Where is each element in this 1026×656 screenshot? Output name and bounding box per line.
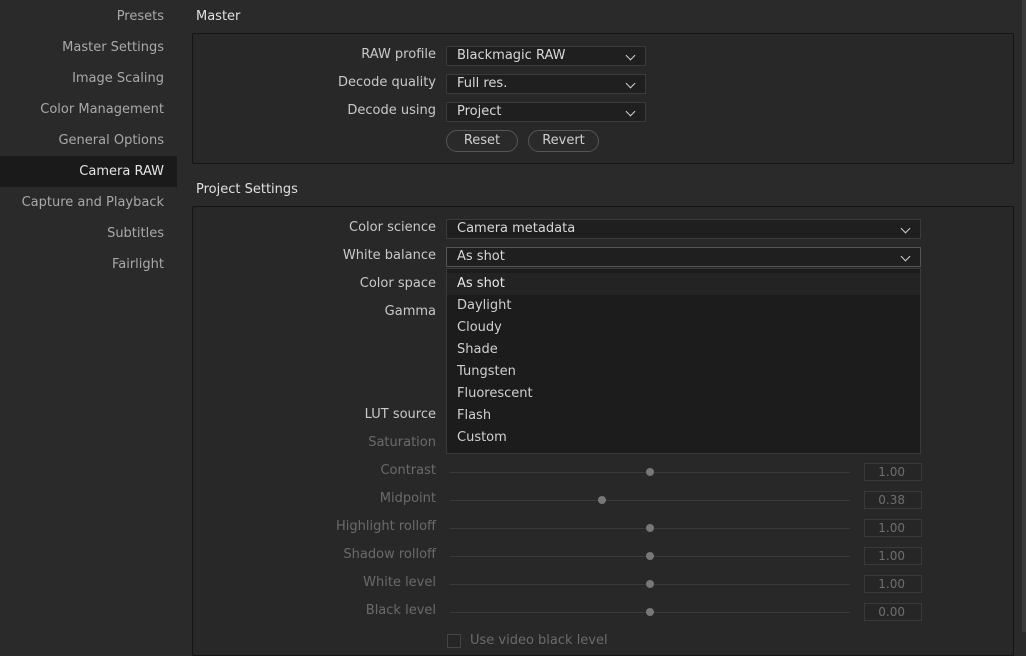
- dropdown-option-cloudy[interactable]: Cloudy: [447, 317, 920, 339]
- saturation-label: Saturation: [368, 435, 436, 450]
- midpoint-value-field[interactable]: 0.38: [864, 491, 922, 509]
- black-level-label: Black level: [365, 603, 436, 618]
- midpoint-slider-handle[interactable]: [598, 496, 606, 504]
- lut-source-label: LUT source: [364, 407, 436, 422]
- revert-button[interactable]: Revert: [528, 130, 599, 152]
- raw-profile-select[interactable]: Blackmagic RAW: [446, 46, 646, 66]
- decode-quality-select[interactable]: Full res.: [446, 74, 646, 94]
- chevron-down-icon: [900, 251, 911, 262]
- highlight-rolloff-slider-handle[interactable]: [646, 524, 654, 532]
- contrast-slider-handle[interactable]: [646, 468, 654, 476]
- raw-profile-label: RAW profile: [361, 47, 436, 62]
- black-level-value-field[interactable]: 0.00: [864, 603, 922, 621]
- white-level-slider-handle[interactable]: [646, 580, 654, 588]
- sidebar-item-image-scaling[interactable]: Image Scaling: [0, 63, 177, 94]
- color-science-value: Camera metadata: [457, 221, 576, 236]
- gamma-label: Gamma: [384, 304, 436, 319]
- white-level-label: White level: [363, 575, 436, 590]
- sidebar-item-fairlight[interactable]: Fairlight: [0, 249, 177, 280]
- midpoint-slider-track[interactable]: [450, 500, 850, 501]
- sidebar-item-subtitles[interactable]: Subtitles: [0, 218, 177, 249]
- master-section-title: Master: [196, 9, 241, 24]
- dropdown-option-daylight[interactable]: Daylight: [447, 295, 920, 317]
- chevron-down-icon: [625, 78, 636, 89]
- sidebar-item-camera-raw[interactable]: Camera RAW: [0, 156, 177, 187]
- black-level-slider-handle[interactable]: [646, 608, 654, 616]
- color-space-label: Color space: [359, 276, 436, 291]
- shadow-rolloff-value-field[interactable]: 1.00: [864, 547, 922, 565]
- highlight-rolloff-label: Highlight rolloff: [336, 519, 436, 534]
- color-science-select[interactable]: Camera metadata: [446, 219, 921, 239]
- dropdown-option-tungsten[interactable]: Tungsten: [447, 361, 920, 383]
- decode-quality-label: Decode quality: [338, 75, 436, 90]
- sidebar-item-master-settings[interactable]: Master Settings: [0, 32, 177, 63]
- shadow-rolloff-label: Shadow rolloff: [343, 547, 436, 562]
- chevron-down-icon: [900, 223, 911, 234]
- reset-button[interactable]: Reset: [446, 130, 518, 152]
- shadow-rolloff-slider-handle[interactable]: [646, 552, 654, 560]
- decode-using-label: Decode using: [347, 103, 436, 118]
- page-scrollbar[interactable]: [1022, 0, 1026, 650]
- sidebar-item-color-management[interactable]: Color Management: [0, 94, 177, 125]
- sidebar-item-general-options[interactable]: General Options: [0, 125, 177, 156]
- dropdown-option-fluorescent[interactable]: Fluorescent: [447, 383, 920, 405]
- sidebar-item-presets[interactable]: Presets: [0, 1, 177, 32]
- decode-quality-value: Full res.: [457, 76, 508, 91]
- contrast-label: Contrast: [380, 463, 436, 478]
- highlight-rolloff-value-field[interactable]: 1.00: [864, 519, 922, 537]
- sidebar-item-capture-and-playback[interactable]: Capture and Playback: [0, 187, 177, 218]
- dropdown-option-shade[interactable]: Shade: [447, 339, 920, 361]
- color-science-label: Color science: [349, 220, 436, 235]
- dropdown-option-as-shot[interactable]: As shot: [447, 273, 920, 295]
- scrollbar-thumb[interactable]: [1022, 0, 1026, 632]
- decode-using-value: Project: [457, 104, 502, 119]
- project-settings-section-title: Project Settings: [196, 182, 298, 197]
- dropdown-option-custom[interactable]: Custom: [447, 427, 920, 449]
- raw-profile-value: Blackmagic RAW: [457, 48, 566, 63]
- white-balance-select[interactable]: As shot: [446, 247, 921, 267]
- white-balance-value: As shot: [457, 249, 505, 264]
- contrast-value-field[interactable]: 1.00: [864, 463, 922, 481]
- chevron-down-icon: [625, 106, 636, 117]
- use-video-black-level-checkbox[interactable]: [447, 634, 461, 648]
- white-balance-dropdown: As shot Daylight Cloudy Shade Tungsten F…: [446, 268, 921, 454]
- chevron-down-icon: [625, 50, 636, 61]
- decode-using-select[interactable]: Project: [446, 102, 646, 122]
- white-level-value-field[interactable]: 1.00: [864, 575, 922, 593]
- settings-sidebar: Presets Master Settings Image Scaling Co…: [0, 0, 177, 650]
- use-video-black-level-label: Use video black level: [470, 633, 608, 648]
- dropdown-option-flash[interactable]: Flash: [447, 405, 920, 427]
- midpoint-label: Midpoint: [379, 491, 436, 506]
- white-balance-label: White balance: [342, 248, 436, 263]
